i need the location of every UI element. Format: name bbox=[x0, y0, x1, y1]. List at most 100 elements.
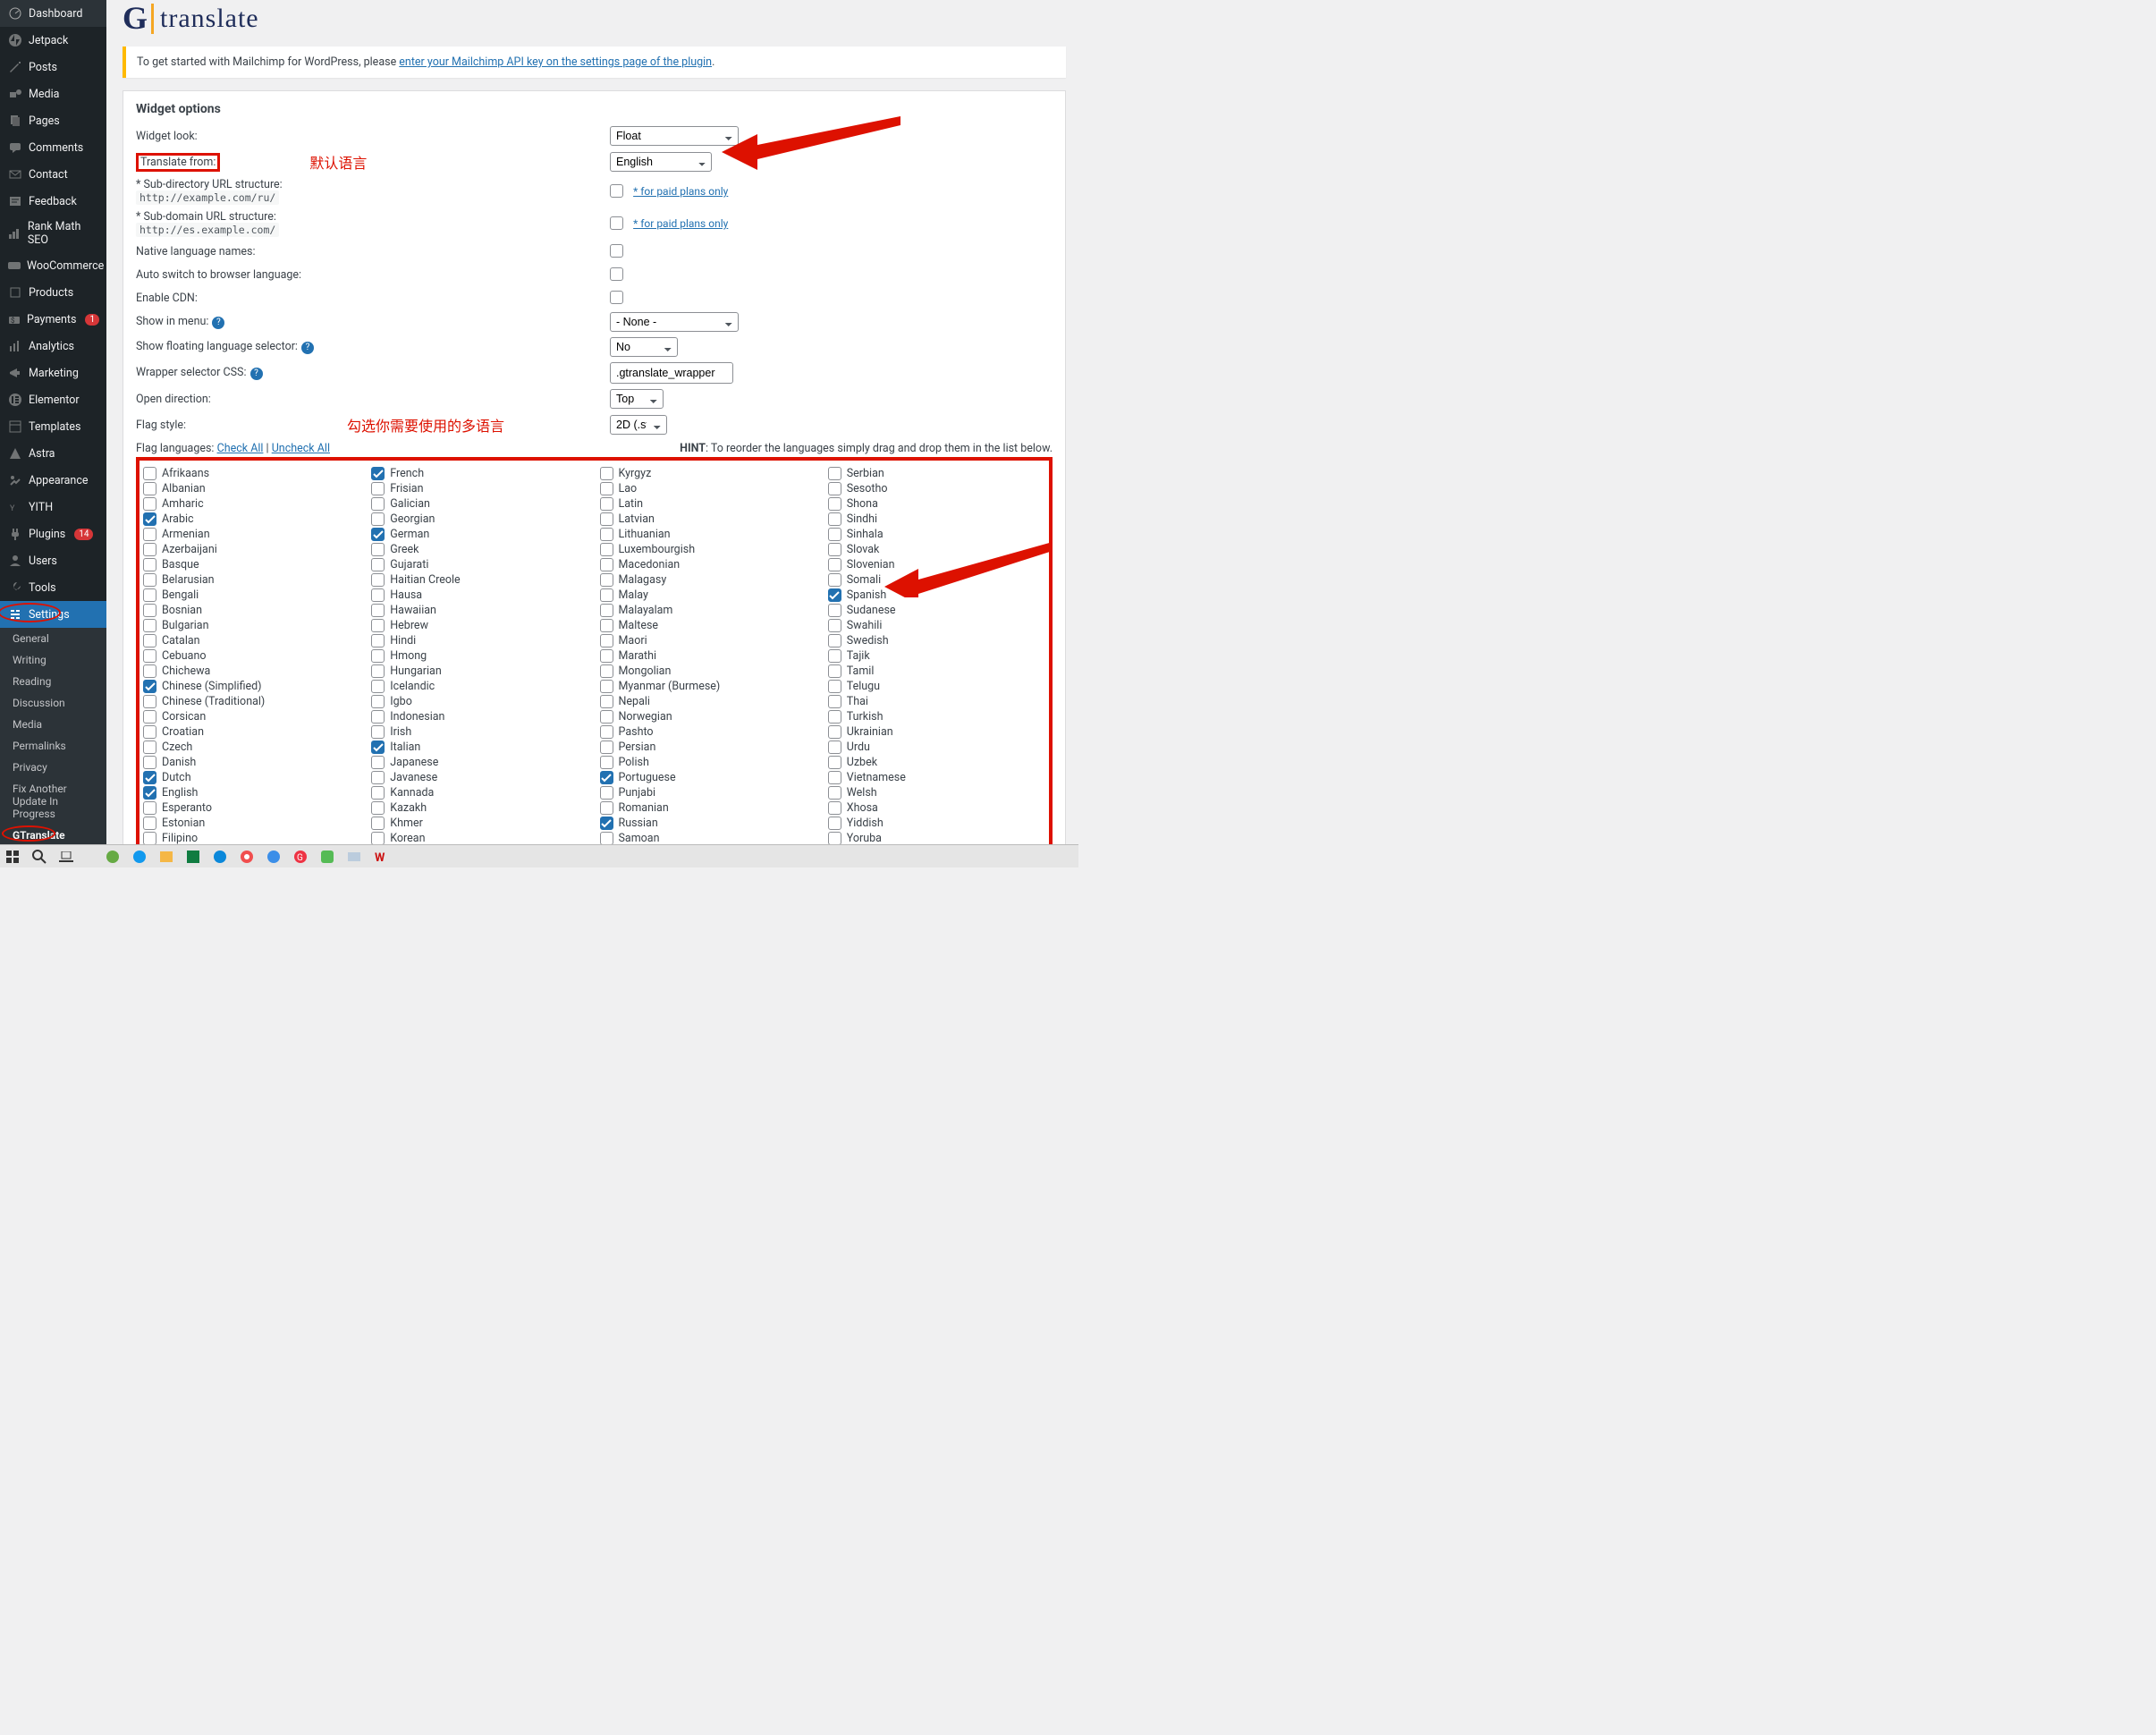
lang-checkbox[interactable] bbox=[600, 482, 613, 495]
lang-checkbox[interactable] bbox=[371, 710, 385, 724]
lang-checkbox[interactable] bbox=[600, 634, 613, 647]
search-icon[interactable] bbox=[30, 848, 48, 866]
lang-option[interactable]: Bosnian bbox=[143, 603, 360, 618]
lang-option[interactable]: Dutch bbox=[143, 770, 360, 785]
lang-option[interactable]: Lao bbox=[600, 481, 817, 496]
taskbar-app-icon[interactable] bbox=[104, 848, 122, 866]
lang-checkbox[interactable] bbox=[828, 512, 841, 526]
lang-option[interactable]: Croatian bbox=[143, 724, 360, 740]
lang-checkbox[interactable] bbox=[828, 801, 841, 815]
lang-option[interactable]: Chichewa bbox=[143, 664, 360, 679]
sidebar-item-comments[interactable]: Comments bbox=[0, 134, 106, 161]
lang-option[interactable]: Basque bbox=[143, 557, 360, 572]
lang-option[interactable]: Bulgarian bbox=[143, 618, 360, 633]
lang-option[interactable]: Danish bbox=[143, 755, 360, 770]
lang-option[interactable]: Somali bbox=[828, 572, 1045, 588]
lang-option[interactable]: Latin bbox=[600, 496, 817, 512]
lang-option[interactable]: Corsican bbox=[143, 709, 360, 724]
lang-checkbox[interactable] bbox=[600, 649, 613, 663]
lang-checkbox[interactable] bbox=[600, 801, 613, 815]
settings-sub-gtranslate[interactable]: GTranslate bbox=[0, 825, 106, 846]
lang-checkbox[interactable] bbox=[600, 619, 613, 632]
lang-checkbox[interactable] bbox=[828, 786, 841, 800]
lang-checkbox[interactable] bbox=[600, 725, 613, 739]
lang-option[interactable]: Uzbek bbox=[828, 755, 1045, 770]
lang-option[interactable]: Afrikaans bbox=[143, 466, 360, 481]
lang-option[interactable]: Chinese (Simplified) bbox=[143, 679, 360, 694]
lang-option[interactable]: Igbo bbox=[371, 694, 588, 709]
lang-checkbox[interactable] bbox=[828, 604, 841, 617]
lang-checkbox[interactable] bbox=[600, 771, 613, 784]
lang-option[interactable]: Indonesian bbox=[371, 709, 588, 724]
sidebar-item-marketing[interactable]: Marketing bbox=[0, 360, 106, 386]
lang-checkbox[interactable] bbox=[371, 649, 385, 663]
sidebar-item-elementor[interactable]: Elementor bbox=[0, 386, 106, 413]
lang-checkbox[interactable] bbox=[600, 680, 613, 693]
lang-option[interactable]: French bbox=[371, 466, 588, 481]
sidebar-item-plugins[interactable]: Plugins14 bbox=[0, 520, 106, 547]
lang-option[interactable]: Hebrew bbox=[371, 618, 588, 633]
lang-option[interactable]: Hawaiian bbox=[371, 603, 588, 618]
lang-checkbox[interactable] bbox=[371, 817, 385, 830]
help-icon[interactable]: ? bbox=[250, 368, 263, 380]
lang-checkbox[interactable] bbox=[600, 588, 613, 602]
lang-checkbox[interactable] bbox=[143, 817, 156, 830]
sidebar-item-astra[interactable]: Astra bbox=[0, 440, 106, 467]
sidebar-item-rank-math-seo[interactable]: Rank Math SEO bbox=[0, 215, 106, 252]
lang-checkbox[interactable] bbox=[600, 543, 613, 556]
lang-checkbox[interactable] bbox=[600, 467, 613, 480]
lang-option[interactable]: Tajik bbox=[828, 648, 1045, 664]
lang-checkbox[interactable] bbox=[143, 680, 156, 693]
lang-option[interactable]: Luxembourgish bbox=[600, 542, 817, 557]
lang-checkbox[interactable] bbox=[600, 756, 613, 769]
lang-checkbox[interactable] bbox=[371, 695, 385, 708]
lang-option[interactable]: Belarusian bbox=[143, 572, 360, 588]
lang-checkbox[interactable] bbox=[143, 619, 156, 632]
lang-option[interactable]: Cebuano bbox=[143, 648, 360, 664]
sidebar-item-media[interactable]: Media bbox=[0, 80, 106, 107]
lang-checkbox[interactable] bbox=[828, 467, 841, 480]
lang-option[interactable]: Macedonian bbox=[600, 557, 817, 572]
floating-selector-select[interactable]: No bbox=[610, 337, 678, 357]
notice-link[interactable]: enter your Mailchimp API key on the sett… bbox=[399, 55, 712, 69]
lang-checkbox[interactable] bbox=[143, 725, 156, 739]
lang-checkbox[interactable] bbox=[143, 710, 156, 724]
lang-checkbox[interactable] bbox=[143, 741, 156, 754]
lang-checkbox[interactable] bbox=[828, 710, 841, 724]
lang-option[interactable]: Chinese (Traditional) bbox=[143, 694, 360, 709]
lang-checkbox[interactable] bbox=[371, 467, 385, 480]
lang-option[interactable]: Czech bbox=[143, 740, 360, 755]
lang-option[interactable]: Galician bbox=[371, 496, 588, 512]
lang-checkbox[interactable] bbox=[143, 497, 156, 511]
lang-option[interactable]: Japanese bbox=[371, 755, 588, 770]
lang-checkbox[interactable] bbox=[600, 558, 613, 571]
lang-option[interactable]: Telugu bbox=[828, 679, 1045, 694]
uncheck-all-link[interactable]: Uncheck All bbox=[272, 442, 330, 455]
lang-checkbox[interactable] bbox=[828, 482, 841, 495]
lang-option[interactable]: Tamil bbox=[828, 664, 1045, 679]
lang-checkbox[interactable] bbox=[143, 649, 156, 663]
lang-checkbox[interactable] bbox=[371, 497, 385, 511]
autoswitch-checkbox[interactable] bbox=[610, 267, 623, 281]
lang-checkbox[interactable] bbox=[600, 664, 613, 678]
lang-checkbox[interactable] bbox=[143, 786, 156, 800]
lang-checkbox[interactable] bbox=[828, 664, 841, 678]
sidebar-item-users[interactable]: Users bbox=[0, 547, 106, 574]
sidebar-item-woocommerce[interactable]: WooCommerce bbox=[0, 252, 106, 279]
lang-option[interactable]: Kyrgyz bbox=[600, 466, 817, 481]
lang-option[interactable]: Slovenian bbox=[828, 557, 1045, 572]
lang-checkbox[interactable] bbox=[371, 512, 385, 526]
lang-option[interactable]: Maori bbox=[600, 633, 817, 648]
lang-checkbox[interactable] bbox=[371, 634, 385, 647]
lang-option[interactable]: Xhosa bbox=[828, 800, 1045, 816]
lang-checkbox[interactable] bbox=[371, 680, 385, 693]
lang-checkbox[interactable] bbox=[371, 528, 385, 541]
lang-checkbox[interactable] bbox=[143, 832, 156, 845]
lang-option[interactable]: Spanish bbox=[828, 588, 1045, 603]
lang-checkbox[interactable] bbox=[371, 573, 385, 587]
lang-checkbox[interactable] bbox=[371, 664, 385, 678]
lang-option[interactable]: Albanian bbox=[143, 481, 360, 496]
lang-option[interactable]: English bbox=[143, 785, 360, 800]
lang-option[interactable]: Serbian bbox=[828, 466, 1045, 481]
lang-checkbox[interactable] bbox=[828, 832, 841, 845]
